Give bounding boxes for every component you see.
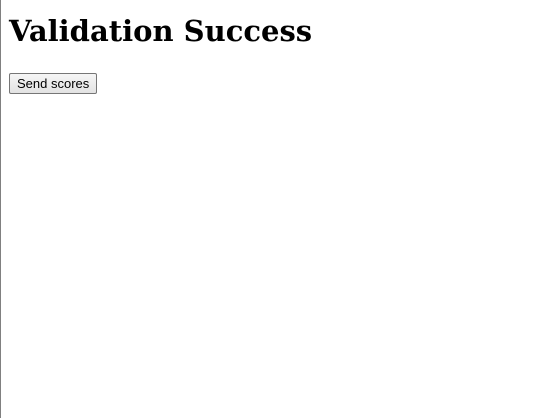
send-scores-button[interactable]: Send scores: [9, 73, 98, 94]
page-title: Validation Success: [9, 14, 313, 48]
page-viewport: Validation Success Send scores: [0, 0, 541, 418]
